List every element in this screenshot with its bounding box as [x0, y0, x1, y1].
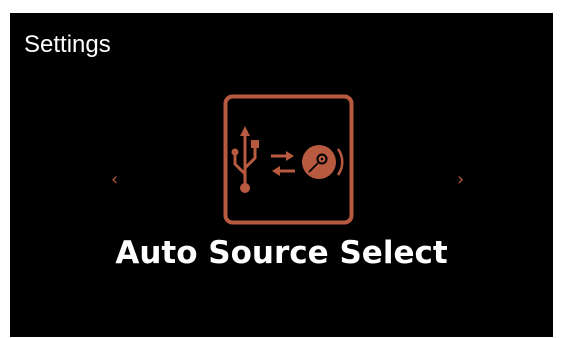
usb-icon [231, 126, 259, 193]
next-arrow-icon[interactable]: › [457, 171, 464, 189]
settings-screen: Settings ‹ › Auto Source Select [10, 13, 553, 337]
transfer-arrows-icon [271, 151, 295, 176]
page-title: Settings [24, 31, 111, 58]
usb-to-disc-icon [223, 94, 354, 225]
previous-arrow-icon[interactable]: ‹ [111, 171, 118, 189]
setting-icon-frame[interactable] [223, 94, 354, 225]
disc-icon [302, 145, 344, 179]
setting-name-label: Auto Source Select [115, 235, 448, 271]
